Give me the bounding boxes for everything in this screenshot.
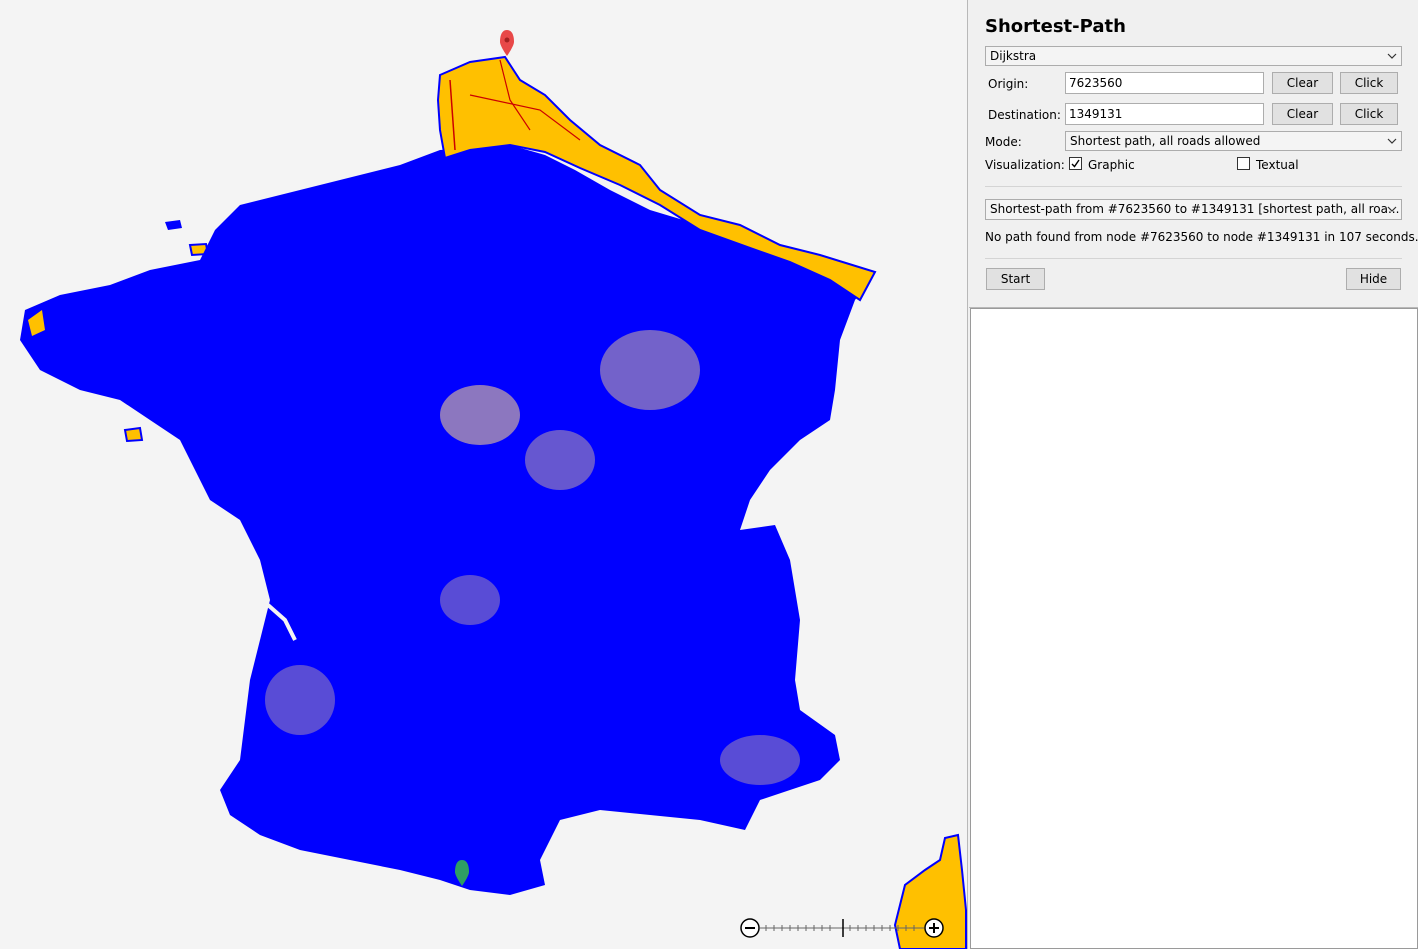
unreached-speckle (720, 735, 800, 785)
map-canvas[interactable] (0, 0, 967, 949)
mode-select[interactable]: Shortest path, all roads allowed (1065, 131, 1402, 151)
unreached-speckle (440, 385, 520, 445)
destination-clear-button[interactable]: Clear (1272, 103, 1333, 125)
unreached-speckle (440, 575, 500, 625)
result-select[interactable]: Shortest-path from #7623560 to #1349131 … (985, 199, 1402, 220)
checkmark-icon (1071, 159, 1080, 168)
visualization-label: Visualization: (985, 158, 1065, 172)
mode-label: Mode: (985, 135, 1022, 149)
output-area[interactable] (970, 308, 1418, 949)
start-button[interactable]: Start (986, 268, 1045, 290)
island-shape (123, 426, 144, 443)
chevron-down-icon (1387, 53, 1397, 59)
result-value: Shortest-path from #7623560 to #1349131 … (990, 202, 1400, 216)
unreached-speckle (265, 665, 335, 735)
island-shape (165, 220, 182, 230)
chevron-down-icon (1387, 206, 1397, 212)
chevron-down-icon (1387, 138, 1397, 144)
separator (985, 258, 1402, 259)
reached-area (20, 145, 870, 895)
mode-value: Shortest path, all roads allowed (1070, 134, 1261, 148)
graphic-checkbox[interactable] (1069, 157, 1082, 170)
status-message: No path found from node #7623560 to node… (985, 230, 1418, 244)
hide-button[interactable]: Hide (1346, 268, 1401, 290)
separator (985, 186, 1402, 187)
origin-clear-button[interactable]: Clear (1272, 72, 1333, 94)
shortest-path-panel: Shortest-Path Dijkstra Origin: 7623560 C… (969, 0, 1418, 308)
origin-marker-icon[interactable] (500, 30, 514, 56)
destination-click-button[interactable]: Click (1340, 103, 1398, 125)
graphic-label: Graphic (1088, 158, 1135, 172)
map-view[interactable] (0, 0, 968, 949)
unreached-speckle (525, 430, 595, 490)
algorithm-value: Dijkstra (990, 49, 1037, 63)
panel-title: Shortest-Path (985, 16, 1126, 37)
origin-label: Origin: (988, 77, 1029, 91)
destination-label: Destination: (988, 108, 1061, 122)
origin-input[interactable]: 7623560 (1065, 72, 1264, 94)
unreached-speckle (600, 330, 700, 410)
destination-input[interactable]: 1349131 (1065, 103, 1264, 125)
algorithm-select[interactable]: Dijkstra (985, 46, 1402, 66)
origin-click-button[interactable]: Click (1340, 72, 1398, 94)
textual-label: Textual (1256, 158, 1299, 172)
textual-checkbox[interactable] (1237, 157, 1250, 170)
